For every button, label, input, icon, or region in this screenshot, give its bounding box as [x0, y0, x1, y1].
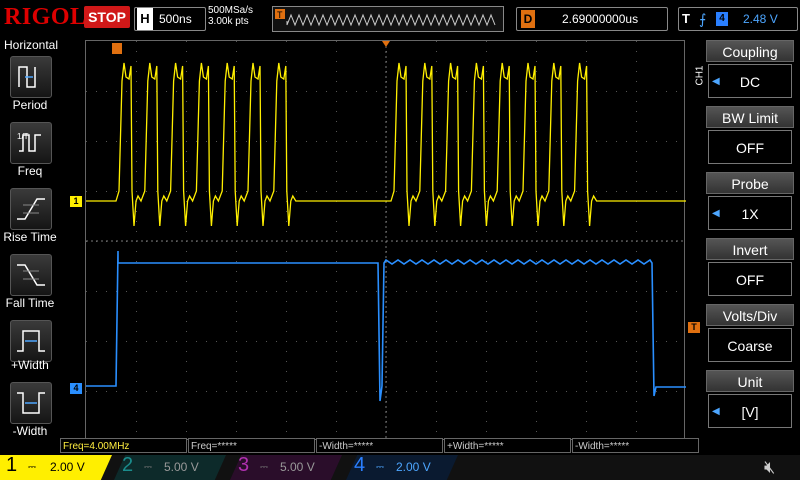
ch3-scale: 5.00 V	[280, 460, 315, 474]
ch4-offset-marker[interactable]: 4	[70, 383, 82, 394]
measurement-1[interactable]: Freq=4.00MHz	[60, 438, 187, 453]
coupling-menu-item[interactable]: Coupling ◀ DC	[706, 40, 794, 100]
bw-limit-title: BW Limit	[706, 106, 794, 128]
timebase-label: H	[137, 8, 153, 30]
trigger-position-marker: T	[277, 10, 283, 20]
rise-time-button[interactable]	[10, 188, 52, 230]
volts-div-value: Coarse	[708, 328, 792, 362]
negative-width-label: -Width	[12, 424, 48, 438]
ch2-scale: 5.00 V	[164, 460, 199, 474]
channel-menu: Coupling ◀ DC BW Limit OFF Probe ◀ 1X Inve…	[706, 38, 800, 438]
rigol-logo: RIGOL	[4, 4, 87, 30]
dc-coupling-icon: ⎓	[260, 462, 268, 473]
top-status-bar: RIGOL STOP H 500ns 500MSa/s 3.00k pts T …	[0, 0, 800, 38]
ch3-number: 3	[238, 454, 250, 476]
period-icon	[18, 66, 36, 88]
trigger-label: T	[682, 11, 690, 26]
ch4-status[interactable]: 4 ⎓ 2.00 V	[346, 455, 458, 480]
channel-status-bar: 1 ⎓ 2.00 V 2 ⎓ 5.00 V 3 ⎓ 5.00 V 4 ⎓ 2.0…	[0, 455, 800, 480]
sample-rate-readout: 500MSa/s 3.00k pts	[208, 5, 253, 27]
delay-label: D	[521, 10, 535, 28]
invert-value: OFF	[708, 262, 792, 296]
positive-width-button[interactable]	[10, 320, 52, 362]
speaker-mute-icon[interactable]: 🔇︎	[764, 455, 794, 480]
measurement-2[interactable]: Freq=*****	[188, 438, 315, 453]
svg-text:1/T: 1/T	[17, 132, 29, 141]
volts-div-title: Volts/Div	[706, 304, 794, 326]
bw-limit-menu-item[interactable]: BW Limit OFF	[706, 106, 794, 166]
arrow-icon: ◀	[712, 406, 720, 417]
probe-title: Probe	[706, 172, 794, 194]
freq-icon: 1/T	[17, 132, 41, 152]
ch2-number: 2	[122, 454, 134, 476]
coupling-value: ◀ DC	[708, 64, 792, 98]
freq-button[interactable]: 1/T	[10, 122, 52, 164]
memory-depth: 3.00k pts	[208, 16, 249, 27]
bw-limit-value: OFF	[708, 130, 792, 164]
probe-value: ◀ 1X	[708, 196, 792, 230]
positive-width-label: +Width	[11, 358, 49, 372]
measurement-5[interactable]: -Width=*****	[572, 438, 699, 453]
fall-time-icon	[17, 264, 45, 286]
rise-time-icon	[17, 198, 45, 220]
waveform-display[interactable]	[85, 40, 687, 442]
trigger-level-marker[interactable]: T	[688, 322, 700, 333]
trigger-source: 4	[716, 12, 728, 26]
volts-div-menu-item[interactable]: Volts/Div Coarse	[706, 304, 794, 364]
trigger-time-marker	[382, 41, 390, 47]
fall-time-label: Fall Time	[5, 296, 55, 310]
negative-width-button[interactable]	[10, 382, 52, 424]
trigger-position-bar: T	[272, 6, 504, 32]
positive-width-icon	[17, 330, 45, 352]
waveform-canvas	[86, 41, 687, 442]
trigger-level: 2.48 V	[743, 12, 778, 26]
measurement-bar: Freq=4.00MHz Freq=***** -Width=***** +Wi…	[60, 438, 700, 454]
ch1-offset-marker[interactable]: 1	[70, 196, 82, 207]
memory-overview: T	[275, 9, 496, 27]
dc-coupling-icon: ⎓	[376, 462, 384, 473]
probe-menu-item[interactable]: Probe ◀ 1X	[706, 172, 794, 232]
trigger-box[interactable]: T ⨍ 4 2.48 V	[678, 7, 798, 31]
measure-menu: Horizontal Period 1/T Freq Rise Time Fal…	[0, 38, 60, 438]
freq-label: Freq	[17, 164, 43, 178]
ch4-scale: 2.00 V	[396, 460, 431, 474]
unit-value: ◀ [V]	[708, 394, 792, 428]
fall-time-button[interactable]	[10, 254, 52, 296]
ch1-number: 1	[6, 454, 18, 476]
ch1-scale: 2.00 V	[50, 460, 85, 474]
dc-coupling-icon: ⎓	[144, 462, 152, 473]
invert-title: Invert	[706, 238, 794, 260]
dc-coupling-icon: ⎓	[28, 462, 36, 473]
delay-value: 2.69000000us	[562, 12, 639, 26]
measurement-3[interactable]: -Width=*****	[316, 438, 443, 453]
ch4-number: 4	[354, 454, 366, 476]
pretrigger-marker	[112, 43, 122, 54]
period-button[interactable]	[10, 56, 52, 98]
timebase-value: 500ns	[159, 12, 192, 26]
delay-box[interactable]: D 2.69000000us	[516, 7, 668, 31]
arrow-icon: ◀	[712, 208, 720, 219]
period-label: Period	[12, 98, 48, 112]
measurement-4[interactable]: +Width=*****	[444, 438, 571, 453]
ch1-status[interactable]: 1 ⎓ 2.00 V	[0, 455, 112, 480]
rise-time-label: Rise Time	[3, 230, 57, 244]
sample-rate: 500MSa/s	[208, 5, 254, 16]
run-stop-badge[interactable]: STOP	[84, 6, 130, 28]
unit-title: Unit	[706, 370, 794, 392]
arrow-icon: ◀	[712, 76, 720, 87]
negative-width-icon	[17, 392, 45, 414]
ch3-status[interactable]: 3 ⎓ 5.00 V	[230, 455, 342, 480]
timebase-box[interactable]: H 500ns	[134, 7, 206, 31]
invert-menu-item[interactable]: Invert OFF	[706, 238, 794, 298]
unit-menu-item[interactable]: Unit ◀ [V]	[706, 370, 794, 430]
coupling-title: Coupling	[706, 40, 794, 62]
measure-menu-title: Horizontal	[3, 38, 59, 52]
ch2-status[interactable]: 2 ⎓ 5.00 V	[114, 455, 226, 480]
menu-channel-tag: CH1	[694, 65, 706, 86]
rising-edge-icon: ⨍	[699, 11, 707, 27]
